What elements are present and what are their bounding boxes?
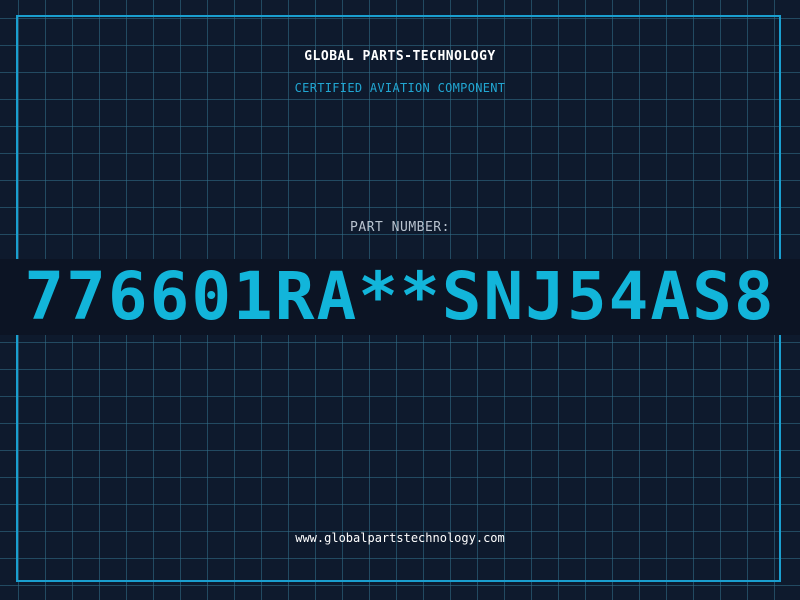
- brand-tagline: CERTIFIED AVIATION COMPONENT: [294, 81, 506, 95]
- part-number-value: 776601RA**SNJ54AS8: [24, 259, 776, 335]
- part-number-label: PART NUMBER:: [350, 220, 450, 235]
- part-number-band: 776601RA**SNJ54AS8: [0, 259, 800, 335]
- website-url[interactable]: www.globalpartstechnology.com: [0, 531, 800, 545]
- brand-title: GLOBAL PARTS-TECHNOLOGY: [304, 49, 496, 64]
